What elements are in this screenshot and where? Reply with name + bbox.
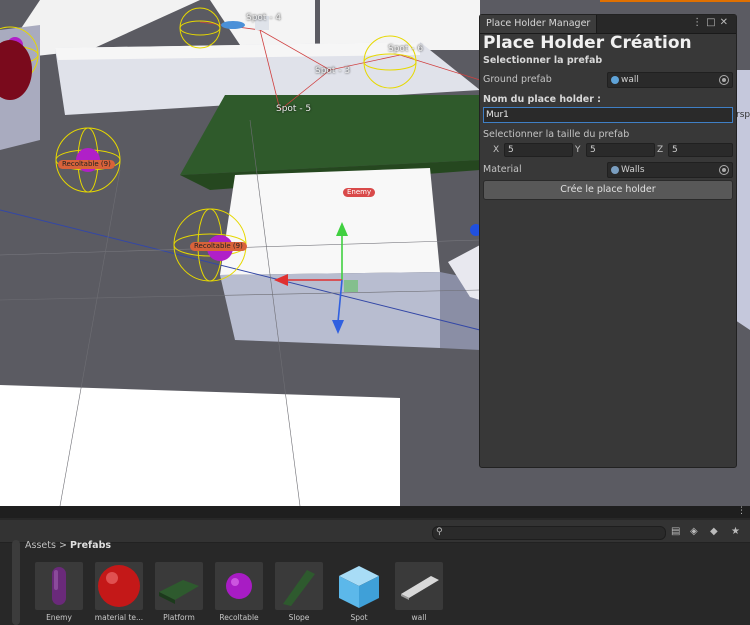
asset-name: material te... <box>94 613 144 622</box>
platform-icon <box>155 562 203 610</box>
project-panel[interactable]: ⋮ ⚲ ▤ ◈ ◆ ★ Assets > Prefabs Enemy mater… <box>0 506 750 625</box>
type-filter-icon[interactable]: ◈ <box>690 526 698 537</box>
project-toolbar: ⚲ ▤ ◈ ◆ ★ <box>0 520 750 543</box>
window-controls[interactable]: ⋮□✕ <box>692 17 732 28</box>
breadcrumb-root[interactable]: Assets <box>25 540 56 551</box>
asset-item[interactable]: wall <box>395 562 443 624</box>
material-row: Material Walls <box>483 162 733 178</box>
recoltable-tag: Recoltable (9) <box>58 160 115 169</box>
window-titlebar[interactable]: Place Holder Manager ⋮□✕ <box>480 15 736 34</box>
filter-icon[interactable]: ▤ <box>671 526 680 537</box>
select-prefab-heading: Selectionner la prefab <box>483 55 603 66</box>
size-z-label: Z <box>657 145 664 155</box>
close-icon[interactable]: ✕ <box>720 17 732 28</box>
recoltable-tag: Recoltable (9) <box>190 242 247 251</box>
panel-menu-icon[interactable]: ⋮ <box>737 506 746 516</box>
name-row: Mur1 <box>483 107 733 123</box>
size-x-input[interactable]: 5 <box>504 143 573 157</box>
ground-prefab-field[interactable]: wall <box>607 72 733 88</box>
object-picker-icon[interactable] <box>719 165 729 175</box>
slope-icon <box>275 562 323 610</box>
spot-label: Spot - 5 <box>276 104 312 114</box>
spot-label: Spot - 3 <box>315 66 351 76</box>
scrollbar[interactable] <box>12 540 20 625</box>
panel-strip: ⋮ <box>0 506 750 518</box>
breadcrumb-separator: > <box>58 540 67 551</box>
material-label: Material <box>483 164 522 175</box>
asset-item[interactable]: Recoltable <box>215 562 263 624</box>
material-value: Walls <box>621 165 645 175</box>
size-y-input[interactable]: 5 <box>586 143 655 157</box>
breadcrumb-current[interactable]: Prefabs <box>70 540 111 551</box>
object-picker-icon[interactable] <box>719 75 729 85</box>
asset-name: Recoltable <box>219 613 259 622</box>
material-field[interactable]: Walls <box>607 162 733 178</box>
spot-label: Spot - 4 <box>246 13 282 23</box>
asset-name: wall <box>411 613 427 622</box>
maximize-icon[interactable]: □ <box>706 17 719 28</box>
asset-item[interactable]: material te... <box>95 562 143 624</box>
ground-prefab-value: wall <box>621 75 639 85</box>
asset-name: Spot <box>350 613 368 622</box>
size-row: X 5 Y 5 Z 5 <box>483 143 733 157</box>
cube-icon <box>335 562 383 610</box>
favorite-icon[interactable]: ★ <box>731 526 740 537</box>
wall-icon <box>395 562 443 610</box>
name-label: Nom du place holder : <box>483 94 601 105</box>
name-input[interactable]: Mur1 <box>483 107 733 123</box>
asset-name: Platform <box>163 613 195 622</box>
asset-item[interactable]: Enemy <box>35 562 83 624</box>
search-icon: ⚲ <box>436 527 443 537</box>
place-holder-manager-window[interactable]: Place Holder Manager ⋮□✕ Place Holder Cr… <box>479 14 737 468</box>
capsule-icon <box>35 562 83 610</box>
search-input[interactable]: ⚲ <box>432 526 666 540</box>
size-x-label: X <box>493 145 500 155</box>
label-icon[interactable]: ◆ <box>710 526 718 537</box>
asset-name: Enemy <box>46 613 72 622</box>
edge-label: rsp <box>736 110 750 120</box>
prefab-icon <box>611 76 619 84</box>
asset-name: Slope <box>288 613 310 622</box>
size-y-label: Y <box>575 145 581 155</box>
size-z-input[interactable]: 5 <box>668 143 733 157</box>
ground-prefab-row: Ground prefab wall <box>483 72 733 88</box>
page-title: Place Holder Création <box>483 33 692 53</box>
sphere-purple-icon <box>215 562 263 610</box>
asset-item[interactable]: Platform <box>155 562 203 624</box>
asset-item[interactable]: Spot <box>335 562 383 624</box>
spot-label: Spot - 6 <box>388 44 424 54</box>
window-tab[interactable]: Place Holder Manager <box>480 15 598 33</box>
asset-item[interactable]: Slope <box>275 562 323 624</box>
create-place-holder-button[interactable]: Crée le place holder <box>483 180 733 200</box>
enemy-tag: Enemy <box>343 188 376 197</box>
more-icon[interactable]: ⋮ <box>692 17 706 28</box>
size-label: Selectionner la taille du prefab <box>483 129 630 140</box>
sphere-red-icon <box>95 562 143 610</box>
breadcrumb: Assets > Prefabs <box>25 540 111 551</box>
ground-prefab-label: Ground prefab <box>483 74 552 85</box>
material-icon <box>611 166 619 174</box>
